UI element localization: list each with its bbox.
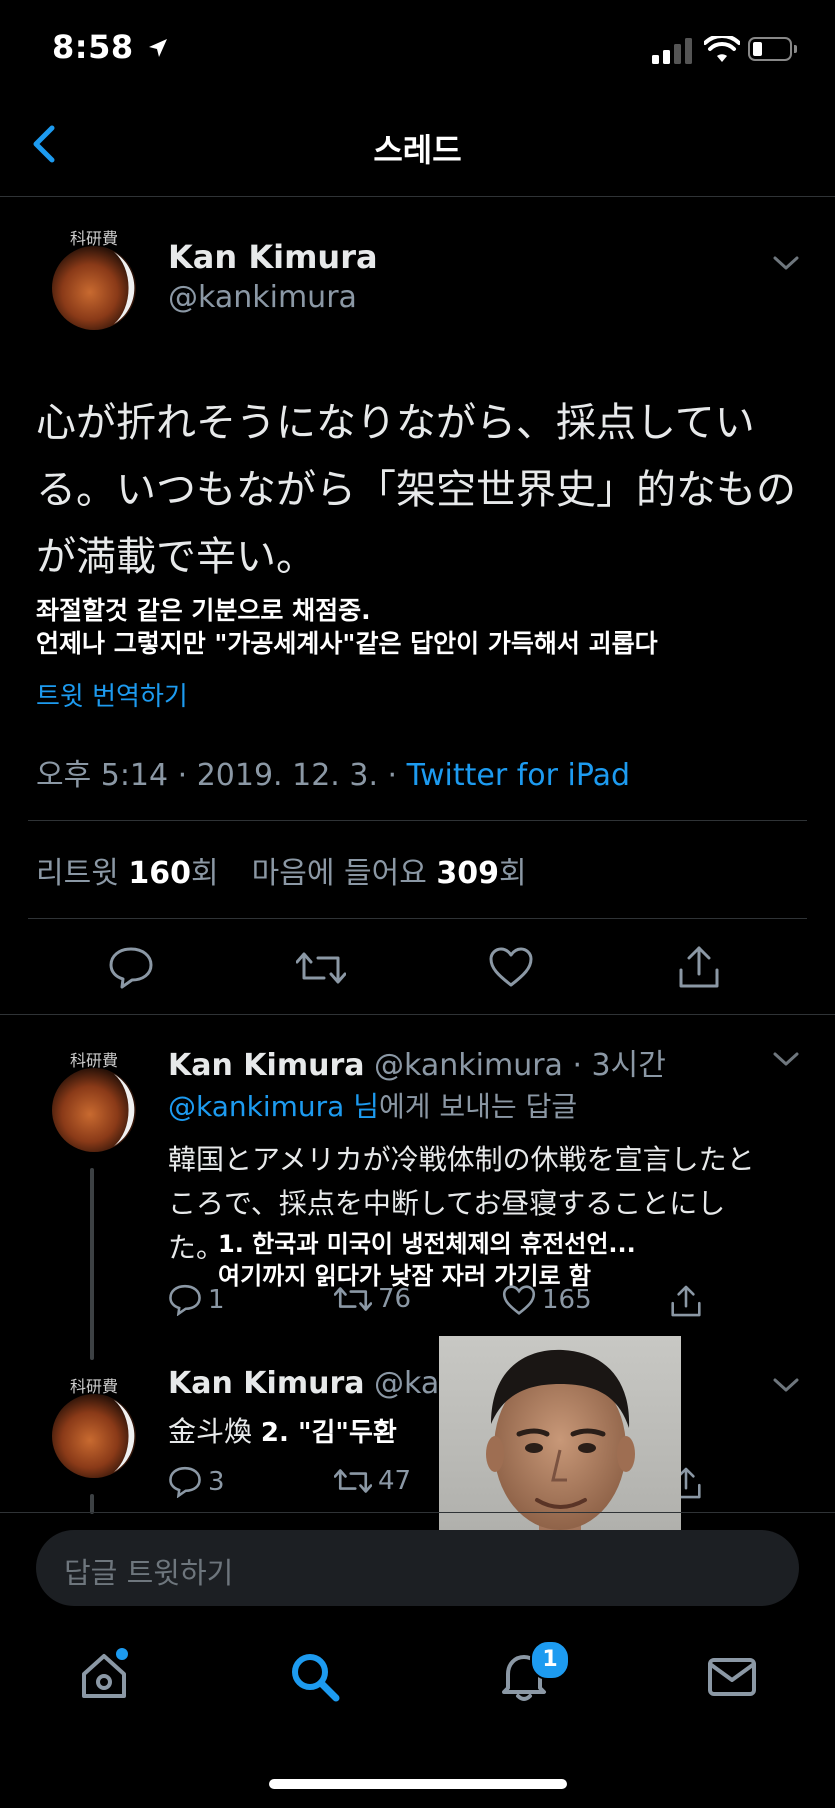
divider [28, 918, 807, 919]
avatar[interactable]: 科研費 [36, 1044, 152, 1160]
tab-messages[interactable] [704, 1648, 760, 1708]
reply-header: Kan Kimura @kan [168, 1366, 458, 1401]
avatar-moon-image: 科研費 [36, 222, 152, 338]
caption-line: 언제나 그렇지만 "가공세계사"같은 답안이 가득해서 괴롭다 [36, 629, 658, 658]
author-name[interactable]: Kan Kimura [168, 1048, 364, 1083]
reply-to-handle[interactable]: @kankimura 님 [168, 1090, 379, 1123]
svg-text:科研費: 科研費 [70, 229, 118, 248]
translate-link[interactable]: 트윗 번역하기 [36, 676, 188, 713]
reply-icon[interactable] [108, 946, 154, 990]
header-divider [0, 196, 835, 197]
search-icon [292, 1654, 340, 1702]
svg-text:科研費: 科研費 [70, 1377, 118, 1396]
korean-caption: 1. 한국과 미국이 냉전체제의 휴전선언... 여기까지 읽다가 낮잠 자러 … [218, 1228, 636, 1292]
thread-line [90, 1494, 94, 1514]
divider [28, 820, 807, 821]
wifi-icon [704, 36, 740, 62]
reply-count[interactable]: 3 [168, 1466, 225, 1498]
retweet-icon [334, 1469, 372, 1493]
reply-text-line: ころで、採点を中断してお昼寝することにし [168, 1187, 726, 1220]
reply-composer[interactable]: 답글 트윗하기 [36, 1530, 799, 1606]
chevron-down-icon[interactable] [772, 1376, 800, 1394]
page-title: 스레드 [373, 131, 462, 169]
tweet-text-line: 心が折れそうになりながら、採点してい [36, 400, 755, 446]
tab-notifications[interactable]: 1 [496, 1640, 570, 1708]
mail-icon [708, 1658, 756, 1696]
reply-text-line: 韓国とアメリカが冷戦体制の休戦を宣言したと [168, 1143, 755, 1176]
reply-text-content: 金斗煥 [168, 1415, 253, 1448]
retweets-stat[interactable]: 리트윗 160회 [36, 856, 219, 891]
tweet-stats: 리트윗 160회 마음에 들어요 309회 [36, 848, 527, 892]
tweet-text-line: が満載で辛い。 [36, 534, 316, 580]
like-heart-icon [502, 1285, 536, 1315]
status-time: 8:58 [52, 28, 169, 66]
caption-line: 좌절할것 같은 기분으로 채점중. [36, 596, 371, 625]
reply-count[interactable]: 1 [168, 1284, 225, 1316]
chevron-down-icon[interactable] [772, 1050, 800, 1068]
reply-text: 金斗煥 2. "김"두환 [168, 1410, 397, 1450]
caption-line: 1. 한국과 미국이 냉전체제의 휴전선언... [218, 1230, 636, 1258]
tweet-text-line: る。いつもながら「架空世界史」的なもの [36, 467, 796, 513]
like-count[interactable]: 165 [502, 1284, 592, 1316]
share-icon[interactable] [678, 944, 720, 990]
divider [0, 1512, 835, 1513]
reply-header: Kan Kimura @kankimura · 3시간 [168, 1040, 666, 1084]
location-arrow-icon [149, 39, 168, 57]
avatar-moon-image: 科研費 [36, 1044, 152, 1160]
composer-placeholder: 답글 트윗하기 [64, 1556, 234, 1590]
replying-to: @kankimura 님에게 보내는 답글 [168, 1090, 578, 1123]
notification-badge: 1 [530, 1640, 570, 1680]
retweet-icon [334, 1287, 372, 1311]
signal-icon [652, 38, 692, 64]
author-handle[interactable]: @kankimura [168, 280, 357, 315]
tweet-timestamp: 오후 5:14 · 2019. 12. 3. · Twitter for iPa… [36, 750, 630, 794]
author-name[interactable]: Kan Kimura [168, 238, 378, 276]
likes-stat[interactable]: 마음에 들어요 309회 [252, 856, 527, 891]
svg-text:科研費: 科研費 [70, 1051, 118, 1070]
korean-caption: 2. "김"두환 [260, 1418, 397, 1448]
thread-line [90, 1168, 94, 1360]
timestamp-text: 오후 5:14 · 2019. 12. 3. · [36, 758, 407, 793]
avatar[interactable]: 科研費 [36, 222, 152, 338]
source-link[interactable]: Twitter for iPad [407, 758, 630, 793]
retweet-count[interactable]: 47 [334, 1466, 411, 1496]
home-indicator [269, 1779, 567, 1789]
divider [0, 1014, 835, 1015]
reply-icon [169, 1284, 201, 1316]
retweet-count[interactable]: 76 [334, 1284, 411, 1314]
tab-home[interactable] [76, 1648, 132, 1708]
like-heart-icon[interactable] [488, 946, 534, 988]
avatar-moon-image: 科研費 [36, 1370, 152, 1486]
author-handle-time[interactable]: @kankimura · 3시간 [374, 1048, 666, 1083]
author-name[interactable]: Kan Kimura [168, 1366, 364, 1401]
korean-caption: 좌절할것 같은 기분으로 채점중. 언제나 그렇지만 "가공세계사"같은 답안이… [36, 594, 658, 660]
tweet-text: 心が折れそうになりながら、採点してい る。いつもながら「架空世界史」的なもの が… [36, 390, 816, 591]
battery-icon [748, 37, 797, 61]
avatar[interactable]: 科研費 [36, 1370, 152, 1486]
retweet-icon[interactable] [296, 948, 346, 988]
reply-icon [169, 1466, 201, 1498]
share-icon[interactable] [670, 1284, 702, 1318]
home-icon [82, 1648, 128, 1698]
chevron-down-icon[interactable] [772, 254, 800, 272]
tab-search[interactable] [286, 1648, 342, 1708]
